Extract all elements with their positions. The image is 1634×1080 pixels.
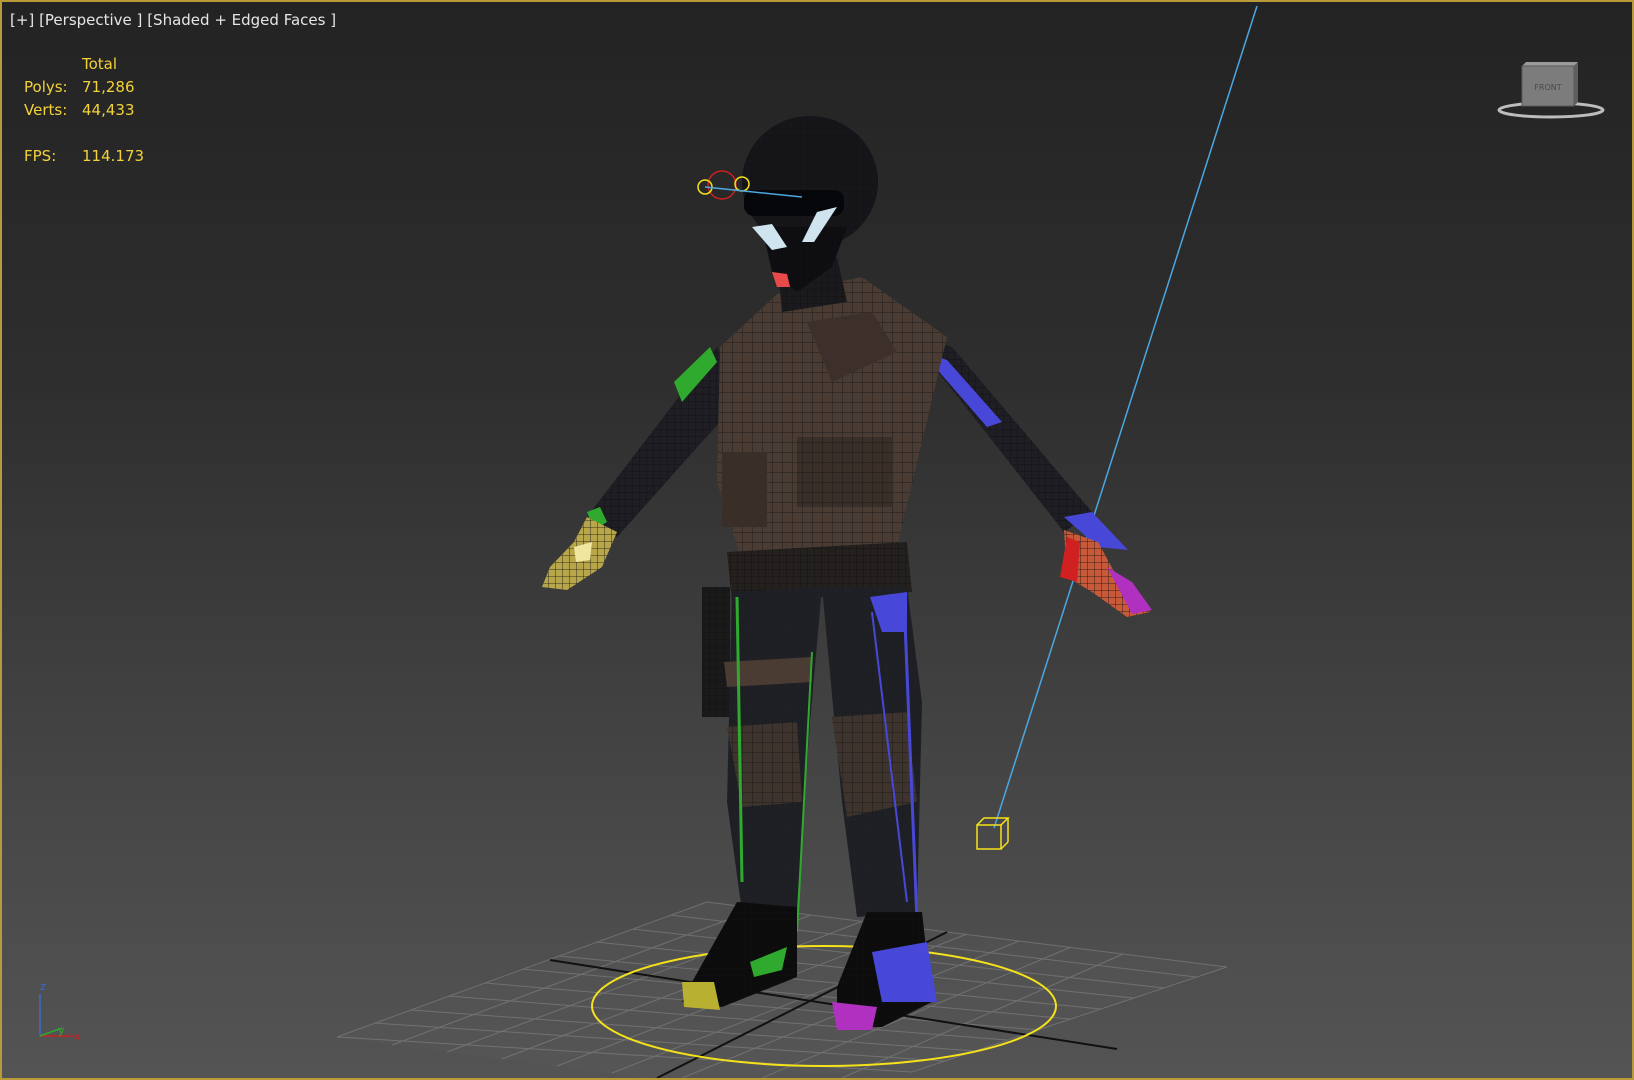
scene-canvas[interactable] xyxy=(2,2,1632,1078)
light-target-helper[interactable] xyxy=(976,817,1010,850)
viewcube-face-label: FRONT xyxy=(1534,83,1561,92)
light-target-line xyxy=(993,5,1258,829)
axis-tripod: z y x xyxy=(30,976,90,1046)
left-hand[interactable] xyxy=(542,517,617,590)
axis-y-label: y xyxy=(58,1024,65,1037)
viewcube[interactable]: FRONT xyxy=(1496,60,1606,124)
perspective-viewport[interactable]: [+] [Perspective ] [Shaded + Edged Faces… xyxy=(0,0,1634,1080)
axis-x-label: x xyxy=(74,1030,81,1043)
axis-z-label: z xyxy=(40,980,46,993)
character-model[interactable] xyxy=(542,116,1152,1030)
helmet-head[interactable] xyxy=(742,116,878,292)
